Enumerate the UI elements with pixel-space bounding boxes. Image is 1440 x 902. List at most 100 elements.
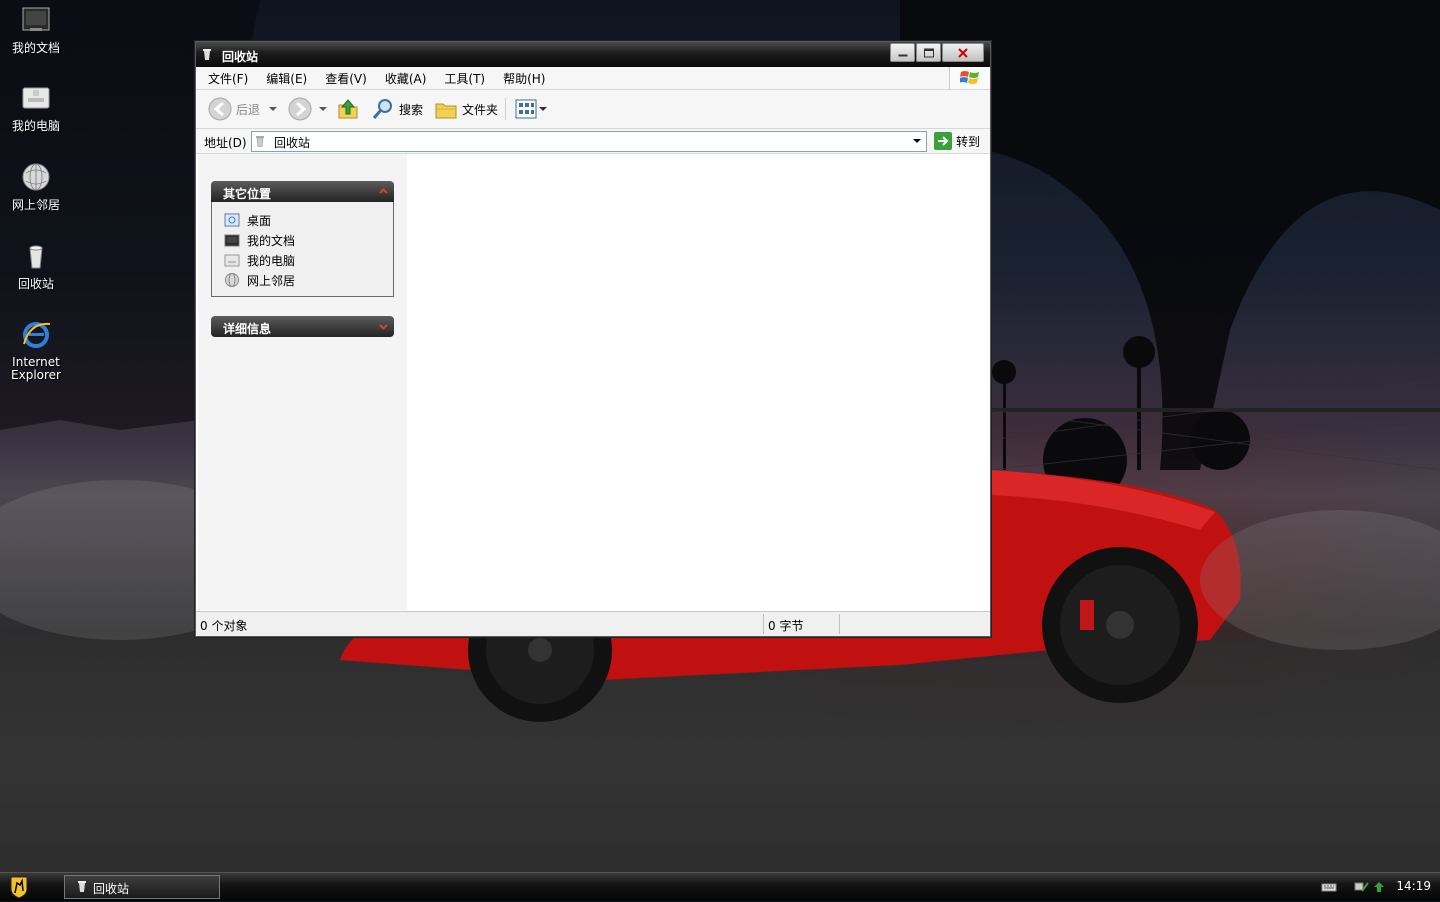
other-places-panel: 其它位置 桌面 我的文档 我的电脑 网上邻居 bbox=[211, 181, 394, 297]
menu-view[interactable]: 查看(V) bbox=[313, 67, 375, 89]
views-icon bbox=[515, 99, 537, 119]
clock[interactable]: 14:19 bbox=[1396, 879, 1431, 893]
desktop-my-computer[interactable]: 我的电脑 bbox=[0, 82, 72, 133]
maximize-button[interactable] bbox=[916, 43, 941, 62]
place-link-desktop[interactable]: 桌面 bbox=[212, 210, 393, 230]
windows-flag-icon bbox=[960, 71, 979, 84]
network-places-icon bbox=[225, 273, 239, 287]
status-bar: 0 个对象 0 字节 bbox=[196, 611, 990, 636]
my-computer-icon bbox=[224, 254, 240, 267]
place-label: 我的文档 bbox=[247, 233, 296, 248]
window-controls bbox=[890, 43, 984, 62]
forward-arrow-icon bbox=[288, 97, 312, 121]
menu-bar: 文件(F) 编辑(E) 查看(V) 收藏(A) 工具(T) 帮助(H) bbox=[196, 67, 990, 90]
recycle-bin-icon bbox=[256, 136, 264, 147]
task-label: 回收站 bbox=[93, 882, 130, 896]
my-documents-icon bbox=[22, 7, 50, 31]
start-logo-icon bbox=[10, 876, 28, 899]
desktop-icon-label: 网上邻居 bbox=[11, 198, 60, 212]
minimize-icon bbox=[898, 54, 907, 56]
menu-edit[interactable]: 编辑(E) bbox=[254, 67, 315, 89]
title-bar[interactable]: 回收站 bbox=[196, 42, 990, 67]
back-label: 后退 bbox=[236, 102, 261, 117]
desktop-internet-explorer[interactable]: Internet Explorer bbox=[0, 318, 72, 382]
expand-chevron-icon bbox=[379, 324, 388, 330]
object-count: 0 个对象 bbox=[200, 619, 248, 633]
place-link-my-computer[interactable]: 我的电脑 bbox=[212, 250, 393, 270]
desktop-my-documents[interactable]: 我的文档 bbox=[0, 4, 72, 55]
close-icon bbox=[958, 47, 968, 58]
total-size: 0 字节 bbox=[768, 619, 804, 633]
address-label: 地址(D) bbox=[204, 136, 247, 150]
desktop-recycle-bin[interactable]: 回收站 bbox=[0, 240, 72, 291]
menu-help[interactable]: 帮助(H) bbox=[491, 67, 553, 89]
status-separator bbox=[839, 614, 840, 634]
address-bar: 地址(D) 回收站 转到 bbox=[196, 129, 990, 154]
maximize-icon bbox=[923, 48, 934, 57]
status-separator bbox=[763, 614, 764, 634]
toolbar-separator bbox=[505, 98, 506, 120]
details-panel: 详细信息 bbox=[211, 316, 394, 337]
panel-title: 详细信息 bbox=[223, 322, 272, 336]
collapse-chevron-icon bbox=[379, 188, 388, 194]
back-button[interactable]: 后退 bbox=[208, 97, 280, 121]
network-places-icon bbox=[22, 163, 50, 191]
recycle-bin-window[interactable]: 回收站 文件(F) 编辑(E) 查看(V) 收藏(A) 工具(T) 帮助(H) bbox=[195, 41, 991, 637]
window-title: 回收站 bbox=[222, 50, 259, 64]
desktop-icon-label: 我的文档 bbox=[11, 41, 60, 55]
desktop-icon-label: 我的电脑 bbox=[11, 119, 60, 133]
windows-logo bbox=[949, 67, 990, 89]
menu-tools[interactable]: 工具(T) bbox=[432, 67, 493, 89]
my-computer-icon bbox=[22, 87, 50, 109]
folders-label: 文件夹 bbox=[462, 102, 499, 117]
go-button[interactable]: 转到 bbox=[934, 131, 980, 151]
menu-file[interactable]: 文件(F) bbox=[196, 67, 256, 89]
desktop-icon-label-line2: Explorer bbox=[11, 368, 61, 382]
chevron-down-icon bbox=[539, 107, 547, 111]
place-label: 桌面 bbox=[247, 213, 272, 228]
details-header[interactable]: 详细信息 bbox=[211, 316, 394, 337]
system-tray: 14:19 bbox=[1310, 873, 1440, 901]
standard-toolbar: 后退 搜索 文件夹 bbox=[196, 90, 990, 129]
other-places-list: 桌面 我的文档 我的电脑 网上邻居 bbox=[211, 202, 394, 297]
network-status-icon[interactable] bbox=[1354, 879, 1370, 895]
recycle-bin-icon bbox=[29, 245, 43, 269]
recycle-bin-icon bbox=[203, 49, 211, 60]
desktop-network-places[interactable]: 网上邻居 bbox=[0, 161, 72, 212]
chevron-down-icon bbox=[269, 107, 278, 111]
update-icon[interactable] bbox=[1371, 879, 1387, 895]
my-documents-icon bbox=[224, 234, 240, 247]
forward-button[interactable] bbox=[288, 97, 330, 121]
chevron-down-icon bbox=[319, 107, 327, 111]
keyboard-icon[interactable] bbox=[1321, 879, 1337, 895]
search-label: 搜索 bbox=[399, 102, 424, 117]
file-list-area[interactable] bbox=[408, 154, 989, 610]
task-pane: 其它位置 桌面 我的文档 我的电脑 网上邻居 详细信息 bbox=[198, 154, 407, 610]
address-dropdown-icon[interactable] bbox=[910, 134, 924, 148]
place-label: 网上邻居 bbox=[247, 273, 296, 288]
folder-icon bbox=[435, 103, 457, 119]
taskbar: 回收站 14:19 bbox=[0, 872, 1440, 901]
address-value: 回收站 bbox=[274, 136, 311, 150]
menu-favorites[interactable]: 收藏(A) bbox=[373, 67, 435, 89]
desktop-icon bbox=[224, 213, 240, 227]
other-places-header[interactable]: 其它位置 bbox=[211, 181, 394, 202]
up-folder-button[interactable] bbox=[336, 97, 360, 121]
address-input[interactable]: 回收站 bbox=[251, 131, 927, 152]
close-button[interactable] bbox=[942, 43, 984, 62]
search-button[interactable]: 搜索 bbox=[371, 97, 423, 121]
place-label: 我的电脑 bbox=[247, 253, 296, 268]
views-button[interactable] bbox=[514, 97, 548, 121]
start-button[interactable] bbox=[4, 875, 34, 899]
up-folder-icon bbox=[338, 99, 358, 119]
panel-title: 其它位置 bbox=[223, 187, 272, 201]
taskbar-item-recycle-bin[interactable]: 回收站 bbox=[64, 875, 220, 899]
minimize-button[interactable] bbox=[890, 43, 915, 62]
desktop-icon-label: 回收站 bbox=[17, 277, 54, 291]
search-icon bbox=[372, 99, 392, 119]
go-arrow-icon bbox=[934, 132, 952, 150]
folders-button[interactable]: 文件夹 bbox=[434, 97, 498, 121]
place-link-network-places[interactable]: 网上邻居 bbox=[212, 270, 393, 290]
place-link-my-documents[interactable]: 我的文档 bbox=[212, 230, 393, 250]
internet-explorer-icon bbox=[23, 322, 51, 348]
